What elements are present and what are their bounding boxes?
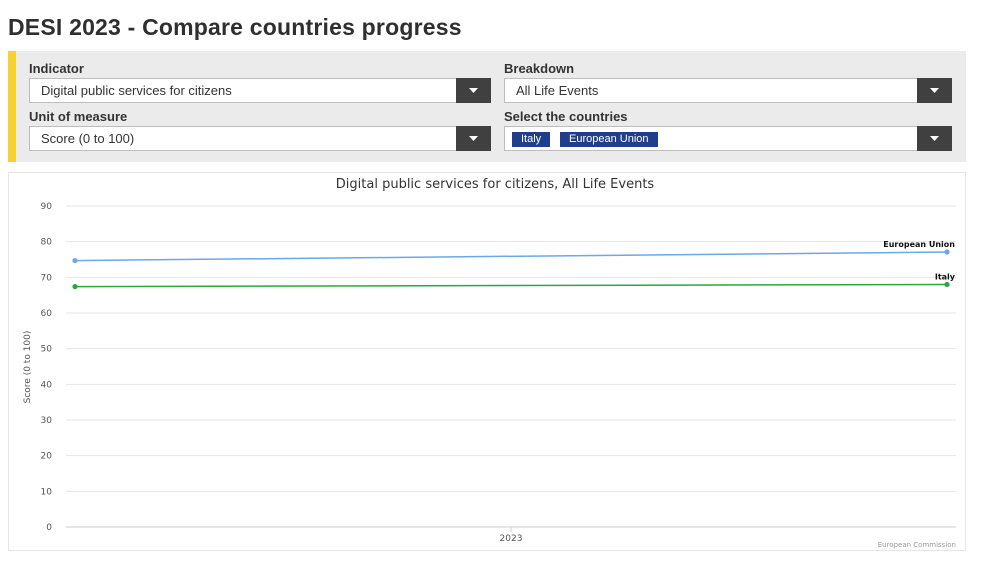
x-tick-label: 2023 [500,534,523,544]
y-tick-label: 80 [41,238,53,248]
indicator-value: Digital public services for citizens [41,83,232,98]
chevron-down-icon[interactable] [456,78,491,103]
data-point-european-union[interactable] [944,249,950,255]
chart-panel: Digital public services for citizens, Al… [8,172,966,551]
page-title: DESI 2023 - Compare countries progress [8,14,462,40]
y-tick-label: 30 [41,416,53,426]
chevron-down-icon[interactable] [456,126,491,151]
country-tag-italy[interactable]: Italy [512,132,551,147]
breakdown-label: Breakdown [504,61,575,76]
y-axis-ticks: 0 10 20 30 40 50 60 70 80 90 [41,202,53,533]
y-tick-label: 50 [41,345,53,355]
series-line-european-union [74,251,948,262]
chevron-down-icon[interactable] [917,126,952,151]
y-tick-label: 60 [41,309,53,319]
data-point-italy[interactable] [944,281,950,288]
y-tick-label: 0 [46,523,52,533]
y-axis-label: Score (0 to 100) [23,331,33,404]
breakdown-value: All Life Events [516,83,599,98]
chart-title: Digital public services for citizens, Al… [336,177,655,192]
y-tick-label: 40 [41,380,53,390]
unit-select[interactable]: Score (0 to 100) [29,126,491,151]
indicator-select[interactable]: Digital public services for citizens [29,78,491,103]
y-tick-label: 20 [41,452,53,462]
series-line-italy [74,283,948,288]
series-italy: Italy [72,272,956,290]
y-tick-label: 70 [41,273,53,283]
filter-panel: Indicator Digital public services for ci… [8,51,966,162]
data-point-european-union[interactable] [72,257,78,264]
data-point-italy[interactable] [72,284,78,290]
gridlines [66,205,956,528]
unit-label: Unit of measure [29,109,128,124]
series: European Union Italy [72,240,956,290]
x-axis-ticks: 2023 [500,527,523,544]
line-chart: Digital public services for citizens, Al… [23,177,956,549]
chart-credit: European Commission [878,541,956,549]
series-label-european-union: European Union [883,240,955,249]
country-tag-european-union[interactable]: European Union [560,132,658,147]
y-tick-label: 90 [41,202,53,212]
countries-select[interactable]: Italy European Union [504,126,952,151]
series-label-italy: Italy [935,272,956,281]
y-tick-label: 10 [41,487,53,497]
unit-value: Score (0 to 100) [41,131,135,146]
countries-label: Select the countries [504,109,628,124]
series-european-union: European Union [72,240,955,264]
chevron-down-icon[interactable] [917,78,952,103]
indicator-label: Indicator [29,61,84,76]
breakdown-select[interactable]: All Life Events [504,78,952,103]
